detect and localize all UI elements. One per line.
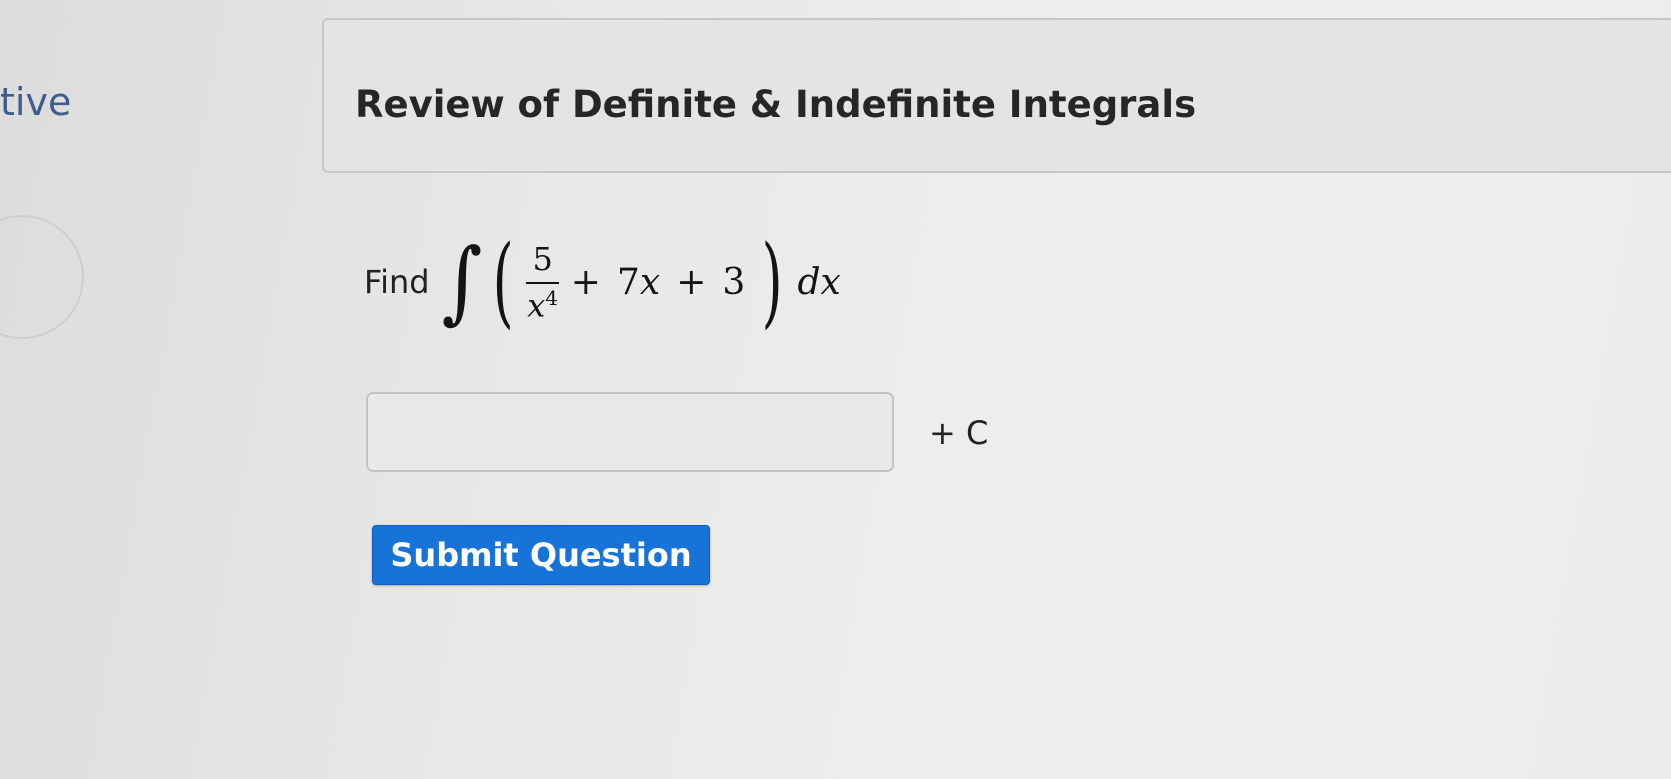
answer-input[interactable] [366,392,894,472]
background-decoration [0,215,84,339]
denominator-base: x [527,286,546,325]
constant-of-integration: + C [929,414,989,452]
linear-variable: x [639,261,661,303]
integral-expression: ∫ ( 5 x4 + 7x + 3 ) dx [442,233,841,331]
denominator-exponent: 4 [545,285,558,310]
close-paren: ) [761,225,783,339]
fraction-denominator: x4 [527,284,558,325]
plus-sign: + [570,261,601,303]
question-prompt: Find ∫ ( 5 x4 + 7x + 3 ) dx [364,222,841,342]
fraction: 5 x4 [526,240,559,325]
fraction-numerator: 5 [526,240,559,284]
constant-term: 3 [722,261,746,303]
page-title: Review of Definite & Indefinite Integral… [355,83,1197,126]
question-prefix: Find [364,263,430,301]
open-paren: ( [492,225,514,339]
submit-question-button[interactable]: Submit Question [372,525,710,585]
sidebar-link-fragment[interactable]: tive [0,80,71,124]
linear-coefficient: 7 [616,261,640,303]
differential: dx [797,261,841,303]
integral-sign: ∫ [441,230,483,334]
plus-sign: + [676,261,707,303]
linear-term: 7x [617,262,660,303]
